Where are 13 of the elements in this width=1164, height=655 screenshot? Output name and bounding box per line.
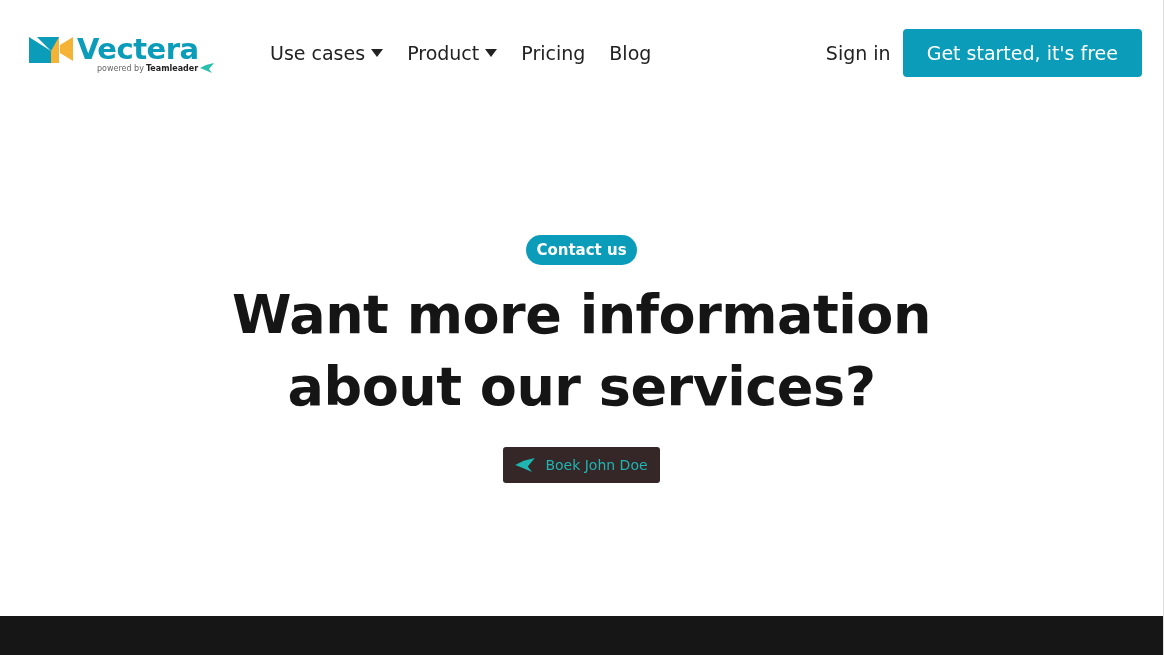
logo-tagline: powered by (97, 63, 144, 73)
logo-brand: Teamleader (145, 63, 199, 73)
hero-title: Want more information about our services? (231, 282, 932, 420)
caret-icon (485, 49, 498, 57)
nav-link[interactable]: Use cases (270, 42, 384, 64)
book-button[interactable]: Boek John Doe (503, 447, 660, 483)
contact-badge: Contact us (526, 235, 637, 265)
sign-in-link[interactable]: Sign in (825, 42, 891, 64)
caret-icon (371, 49, 384, 57)
nav-link[interactable]: Product (407, 42, 498, 64)
logo-icon (29, 35, 73, 63)
nav-link[interactable]: Pricing (521, 42, 586, 64)
nav-link[interactable]: Blog (609, 42, 652, 64)
